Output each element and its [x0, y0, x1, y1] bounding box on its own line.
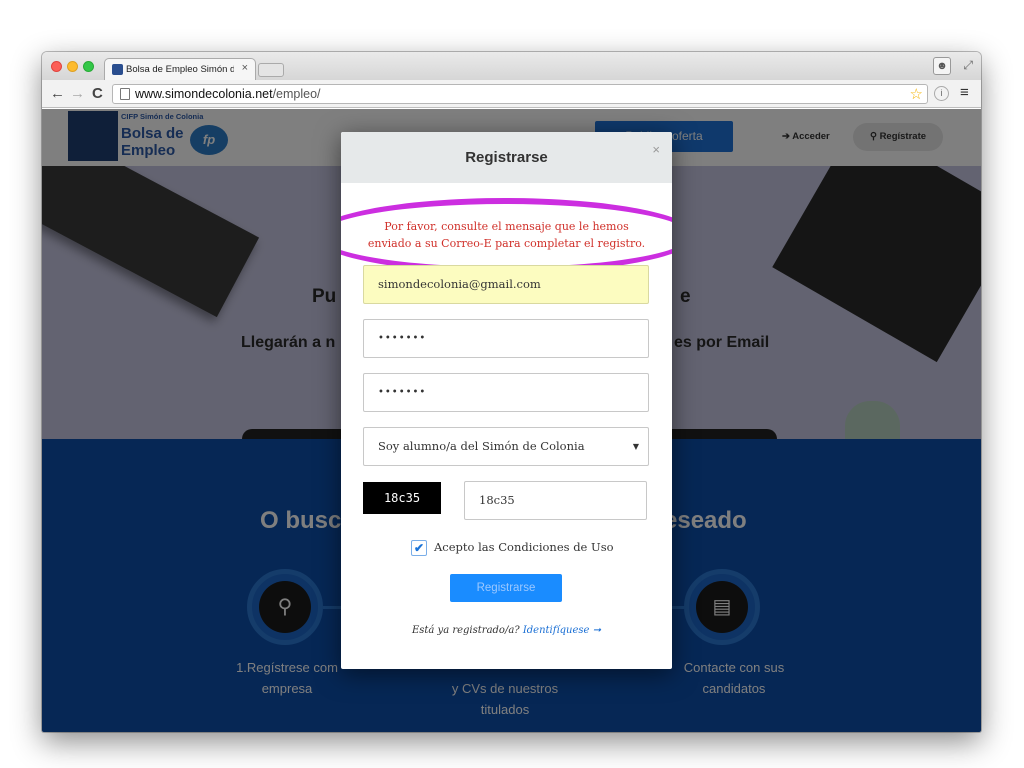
favicon-icon — [112, 64, 123, 75]
terms-label: Acepto las Condiciones de Uso — [434, 540, 614, 554]
url-text[interactable]: www.simondecolonia.net/empleo/ — [135, 87, 321, 101]
minimize-window-button[interactable] — [67, 61, 78, 72]
person-icon[interactable]: ☻ — [933, 57, 951, 75]
captcha-input[interactable]: 18c35 — [464, 481, 647, 520]
bookmark-star-icon[interactable]: ☆ — [910, 85, 923, 103]
browser-window: Bolsa de Empleo Simón de × ☻ ⤢ ← → C www… — [42, 52, 981, 732]
caret-down-icon: ▼ — [632, 442, 639, 451]
modal-close-icon[interactable]: × — [652, 142, 660, 157]
terms-checkbox[interactable]: ✔ — [411, 540, 427, 556]
password-field[interactable]: ••••••• — [363, 319, 649, 358]
zoom-window-button[interactable] — [83, 61, 94, 72]
new-tab-button[interactable] — [258, 63, 284, 77]
modal-title: Registrarse — [465, 149, 548, 166]
page-viewport: CIFP Simón de Colonia Bolsa deEmpleo fp … — [42, 109, 981, 732]
address-bar[interactable]: www.simondecolonia.net/empleo/ ☆ — [112, 84, 928, 104]
tab-title: Bolsa de Empleo Simón de — [126, 64, 234, 75]
register-submit-button[interactable]: Registrarse — [450, 574, 562, 602]
email-field[interactable]: simondecolonia@gmail.com — [363, 265, 649, 304]
terms-link[interactable]: Condiciones de Uso — [498, 540, 613, 554]
browser-tab[interactable]: Bolsa de Empleo Simón de × — [104, 58, 256, 80]
tab-close-icon[interactable]: × — [242, 62, 248, 74]
browser-menu-icon[interactable]: ≡ — [960, 84, 969, 101]
forward-button[interactable]: → — [70, 85, 85, 102]
title-bar: Bolsa de Empleo Simón de × ☻ ⤢ — [42, 52, 981, 80]
reload-button[interactable]: C — [92, 85, 103, 102]
page-icon — [120, 88, 130, 100]
role-select-value: Soy alumno/a del Simón de Colonia — [378, 439, 585, 453]
register-modal: Registrarse × Por favor, consulte el men… — [341, 132, 672, 669]
back-button[interactable]: ← — [50, 85, 65, 102]
role-select[interactable]: Soy alumno/a del Simón de Colonia ▼ — [363, 427, 649, 466]
close-window-button[interactable] — [51, 61, 62, 72]
modal-header: Registrarse × — [341, 132, 672, 183]
highlight-ellipse — [341, 198, 672, 273]
browser-toolbar: ← → C www.simondecolonia.net/empleo/ ☆ i… — [42, 80, 981, 108]
password-confirm-field[interactable]: ••••••• — [363, 373, 649, 412]
login-link-modal[interactable]: Identifíquese ➞ — [523, 625, 601, 636]
fullscreen-icon[interactable]: ⤢ — [963, 58, 973, 73]
captcha-image: 18c35 — [363, 482, 441, 514]
extension-icon[interactable]: i — [934, 86, 949, 101]
login-prompt: Está ya registrado/a? Identifíquese ➞ — [411, 625, 602, 636]
